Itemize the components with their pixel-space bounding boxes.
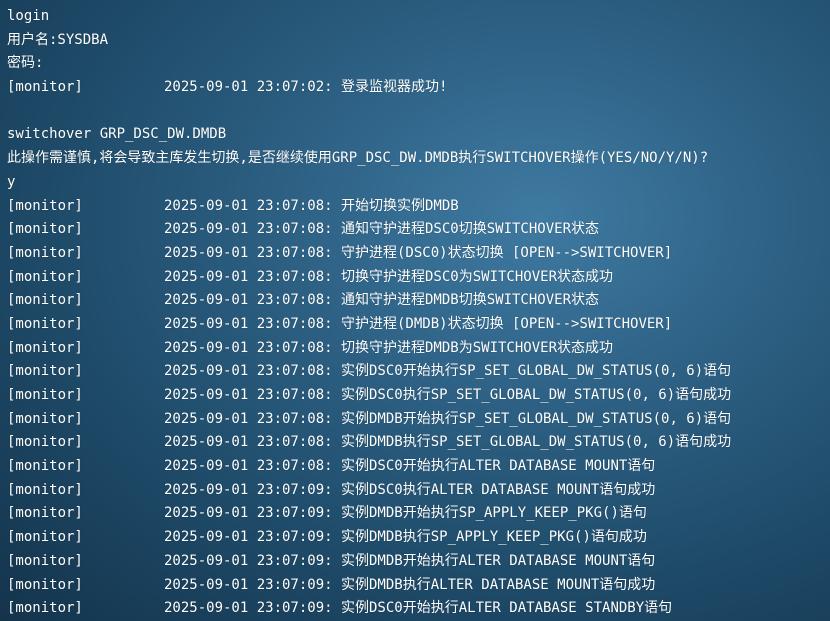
log-line: [monitor] 2025-09-01 23:07:09: 实例DMDB执行SP…: [7, 526, 830, 550]
log-tag: [monitor]: [7, 434, 83, 451]
log-timestamp: 2025-09-01 23:07:08:: [164, 458, 333, 475]
log-message: 实例DMDB开始执行SP_APPLY_KEEP_PKG()语句: [332, 505, 647, 522]
log-tag: [monitor]: [7, 292, 83, 309]
log-tag: [monitor]: [7, 529, 83, 546]
log-line: [monitor] 2025-09-01 23:07:08: 守护进程(DMDB)…: [7, 313, 830, 337]
log-message: 切换守护进程DMDB为SWITCHOVER状态成功: [332, 339, 614, 356]
log-timestamp: 2025-09-01 23:07:08:: [164, 197, 333, 214]
log-tag: [monitor]: [7, 339, 83, 356]
log-tag: [monitor]: [7, 505, 83, 522]
log-line: [monitor] 2025-09-01 23:07:08: 开始切换实例DMDB: [7, 195, 830, 219]
log-message: 登录监视器成功!: [332, 79, 448, 96]
log-timestamp: 2025-09-01 23:07:02:: [164, 79, 333, 96]
login-log-line: [monitor] 2025-09-01 23:07:02: 登录监视器成功!: [7, 76, 830, 100]
log-tag: [monitor]: [7, 481, 83, 498]
log-message: 实例DSC0开始执行ALTER DATABASE MOUNT语句: [332, 458, 656, 475]
log-message: 通知守护进程DMDB切换SWITCHOVER状态: [332, 292, 600, 309]
log-timestamp: 2025-09-01 23:07:08:: [164, 315, 333, 332]
log-timestamp: 2025-09-01 23:07:08:: [164, 221, 333, 238]
log-timestamp: 2025-09-01 23:07:09:: [164, 481, 333, 498]
log-timestamp: 2025-09-01 23:07:08:: [164, 434, 333, 451]
log-tag: [monitor]: [7, 458, 83, 475]
terminal-window[interactable]: login 用户名:SYSDBA 密码: [monitor] 2025-09-01…: [0, 0, 830, 621]
log-tag: [monitor]: [7, 197, 83, 214]
log-tag: [monitor]: [7, 363, 83, 380]
log-timestamp: 2025-09-01 23:07:08:: [164, 292, 333, 309]
log-line: [monitor] 2025-09-01 23:07:08: 实例DSC0执行SP…: [7, 384, 830, 408]
log-message: 实例DSC0开始执行SP_SET_GLOBAL_DW_STATUS(0, 6)语…: [332, 363, 732, 380]
log-line: [monitor] 2025-09-01 23:07:09: 实例DMDB执行AL…: [7, 574, 830, 598]
log-timestamp: 2025-09-01 23:07:09:: [164, 505, 333, 522]
log-message: 实例DSC0开始执行ALTER DATABASE STANDBY语句: [332, 600, 673, 617]
log-line: [monitor] 2025-09-01 23:07:08: 实例DMDB执行SP…: [7, 431, 830, 455]
username-line: 用户名:SYSDBA: [7, 31, 109, 48]
log-message: 实例DMDB开始执行ALTER DATABASE MOUNT语句: [332, 552, 656, 569]
log-timestamp: 2025-09-01 23:07:09:: [164, 529, 333, 546]
log-line: [monitor] 2025-09-01 23:07:08: 切换守护进程DMDB…: [7, 337, 830, 361]
log-tag: [monitor]: [7, 244, 83, 261]
confirm-prompt: 此操作需谨慎,将会导致主库发生切换,是否继续使用GRP_DSC_DW.DMDB执…: [7, 150, 709, 167]
log-line: [monitor] 2025-09-01 23:07:08: 守护进程(DSC0)…: [7, 242, 830, 266]
log-tag: [monitor]: [7, 552, 83, 569]
login-command: login: [7, 8, 50, 24]
confirm-answer: y: [7, 173, 16, 190]
log-message: 开始切换实例DMDB: [332, 197, 459, 214]
log-timestamp: 2025-09-01 23:07:08:: [164, 410, 333, 427]
log-tag: [monitor]: [7, 315, 83, 332]
log-message: 实例DSC0执行SP_SET_GLOBAL_DW_STATUS(0, 6)语句成…: [332, 387, 732, 403]
log-line: [monitor] 2025-09-01 23:07:08: 通知守护进程DSC0…: [7, 218, 830, 242]
log-timestamp: 2025-09-01 23:07:08:: [164, 268, 333, 285]
log-message: 实例DMDB执行ALTER DATABASE MOUNT语句成功: [332, 576, 656, 593]
log-line: [monitor] 2025-09-01 23:07:09: 实例DMDB开始执行…: [7, 550, 830, 574]
log-line: [monitor] 2025-09-01 23:07:08: 通知守护进程DMDB…: [7, 289, 830, 313]
log-tag: [monitor]: [7, 576, 83, 593]
log-message: 实例DSC0执行ALTER DATABASE MOUNT语句成功: [332, 481, 656, 498]
log-timestamp: 2025-09-01 23:07:08:: [164, 244, 333, 261]
log-line: [monitor] 2025-09-01 23:07:08: 实例DMDB开始执行…: [7, 408, 830, 432]
log-message: 实例DMDB执行SP_SET_GLOBAL_DW_STATUS(0, 6)语句成…: [332, 434, 732, 451]
log-timestamp: 2025-09-01 23:07:08:: [164, 387, 333, 403]
log-line: [monitor] 2025-09-01 23:07:08: 实例DSC0开始执行…: [7, 360, 830, 384]
log-list: [monitor] 2025-09-01 23:07:08: 开始切换实例DMDB…: [7, 195, 830, 621]
log-tag: [monitor]: [7, 410, 83, 427]
log-timestamp: 2025-09-01 23:07:09:: [164, 600, 333, 617]
log-line: [monitor] 2025-09-01 23:07:09: 实例DSC0执行AL…: [7, 479, 830, 503]
log-line: [monitor] 2025-09-01 23:07:09: 实例DSC0开始执行…: [7, 597, 830, 621]
log-message: 通知守护进程DSC0切换SWITCHOVER状态: [332, 221, 600, 238]
log-message: 实例DMDB执行SP_APPLY_KEEP_PKG()语句成功: [332, 529, 647, 546]
log-line: [monitor] 2025-09-01 23:07:09: 实例DMDB开始执行…: [7, 502, 830, 526]
log-tag: [monitor]: [7, 600, 83, 617]
log-line: [monitor] 2025-09-01 23:07:08: 实例DSC0开始执行…: [7, 455, 830, 479]
log-timestamp: 2025-09-01 23:07:08:: [164, 339, 333, 356]
log-message: 守护进程(DMDB)状态切换 [OPEN-->SWITCHOVER]: [332, 315, 673, 332]
log-timestamp: 2025-09-01 23:07:09:: [164, 552, 333, 569]
log-tag: [monitor]: [7, 268, 83, 285]
log-tag: [monitor]: [7, 79, 83, 96]
log-message: 守护进程(DSC0)状态切换 [OPEN-->SWITCHOVER]: [332, 244, 673, 261]
log-tag: [monitor]: [7, 387, 83, 403]
log-message: 实例DMDB开始执行SP_SET_GLOBAL_DW_STATUS(0, 6)语…: [332, 410, 732, 427]
log-timestamp: 2025-09-01 23:07:09:: [164, 576, 333, 593]
log-timestamp: 2025-09-01 23:07:08:: [164, 363, 333, 380]
switchover-command: switchover GRP_DSC_DW.DMDB: [7, 126, 227, 143]
log-tag: [monitor]: [7, 221, 83, 238]
log-line: [monitor] 2025-09-01 23:07:08: 切换守护进程DSC0…: [7, 266, 830, 290]
password-line: 密码:: [7, 55, 44, 72]
log-message: 切换守护进程DSC0为SWITCHOVER状态成功: [332, 268, 614, 285]
